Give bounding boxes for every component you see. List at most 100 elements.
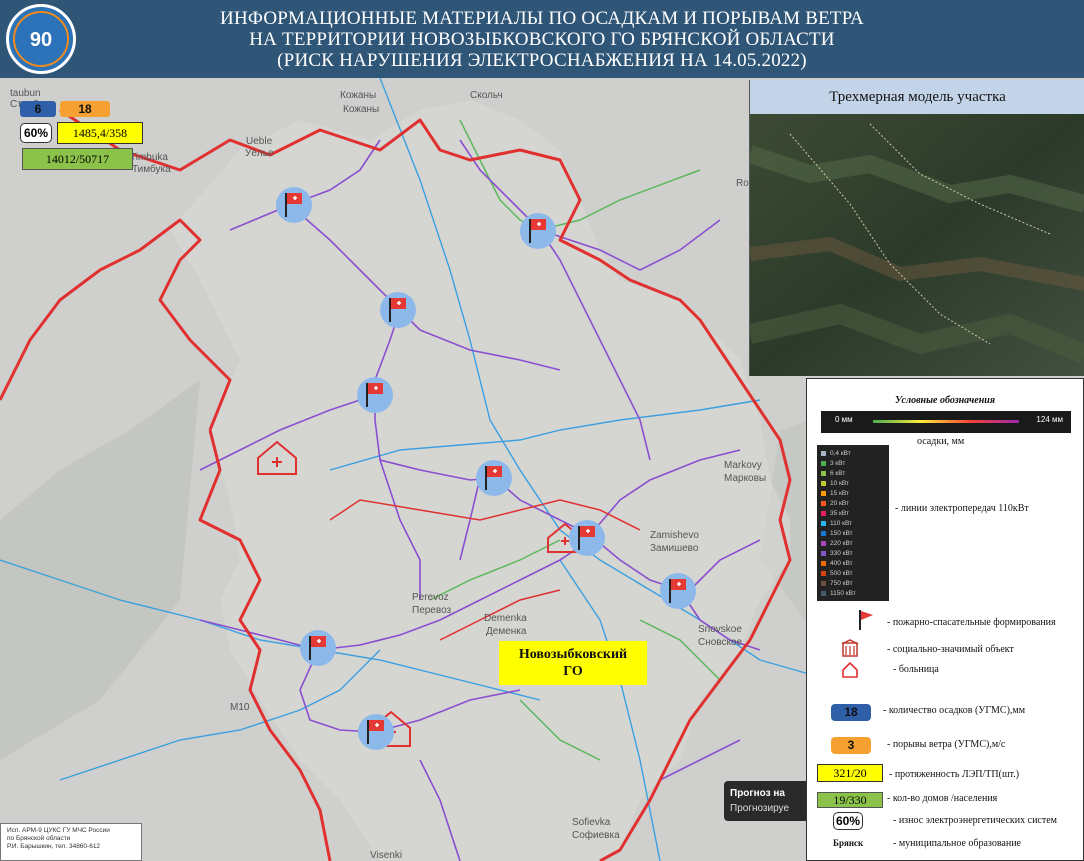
- voltage-label: 15 кВт: [830, 489, 849, 497]
- voltage-legend-item: 150 кВт: [821, 528, 856, 538]
- voltage-swatch: [821, 460, 826, 466]
- wear-badge-caption: - износ электроэнергетических систем: [893, 815, 1057, 826]
- label-ueble-lat: Ueble: [246, 136, 273, 147]
- voltage-label: 1150 кВт: [830, 589, 856, 597]
- label-zamishevo-lat: Zamishevo: [650, 530, 699, 541]
- precipitation-badge: 6: [20, 101, 56, 117]
- voltage-label: 110 кВт: [830, 519, 853, 527]
- label-kozhany: Кожаны: [340, 90, 376, 101]
- voltage-label: 35 кВт: [830, 509, 849, 517]
- voltage-swatch: [821, 520, 826, 526]
- voltage-legend-item: 220 кВт: [821, 538, 856, 548]
- social-object-icon: [841, 639, 859, 657]
- label-perevoz: Перевоз: [412, 605, 452, 616]
- voltage-swatch: [821, 570, 826, 576]
- label-zamishevo: Замишево: [650, 543, 699, 554]
- label-timbuka: Timbuka: [130, 152, 168, 163]
- author-footnote: Исп. АРМ-9 ЦУКС ГУ МЧС России по Брянско…: [0, 823, 142, 861]
- fire-caption: - пожарно-спасательные формирования: [887, 617, 1056, 628]
- label-demenka: Деменка: [486, 626, 527, 637]
- fire-station-icon: [660, 573, 696, 609]
- label-visenki: Visenki: [370, 850, 402, 861]
- wind-badge-caption: - порывы ветра (УГМС),м/с: [887, 739, 1006, 750]
- voltage-label: 400 кВт: [830, 559, 853, 567]
- forecast-subtitle: Прогнозируе: [730, 803, 789, 814]
- district-label: Новозыбковский ГО: [499, 641, 647, 685]
- lines-caption: - линии электропередач 110кВт: [895, 503, 1029, 514]
- voltage-swatch: [821, 550, 826, 556]
- voltage-swatch: [821, 590, 826, 596]
- label-m10: M10: [230, 702, 250, 713]
- municipal-name: Брянск: [833, 838, 864, 848]
- label-taubun: taubun: [10, 88, 41, 99]
- voltage-label: 150 кВт: [830, 529, 853, 537]
- label-markovy-lat: Markovy: [724, 460, 762, 471]
- forecast-popup[interactable]: Прогноз на Прогнозируе: [724, 781, 806, 821]
- voltage-legend-item: 1150 кВт: [821, 588, 856, 598]
- voltage-legend-item: 20 кВт: [821, 498, 856, 508]
- houses-badge-caption: - кол-во домов /населения: [887, 793, 998, 804]
- voltage-legend-item: 110 кВт: [821, 518, 856, 528]
- voltage-swatch: [821, 470, 826, 476]
- voltage-swatch: [821, 540, 826, 546]
- precip-badge-caption: - количество осадков (УГМС),мм: [883, 705, 1026, 716]
- houses-badge: 14012/50717: [22, 148, 133, 170]
- legend-title: Условные обозначения: [895, 395, 995, 406]
- voltage-legend-item: 35 кВт: [821, 508, 856, 518]
- voltage-label: 6 кВт: [830, 469, 846, 477]
- precip-caption: осадки, мм: [917, 436, 965, 447]
- fire-station-icon: [300, 630, 336, 666]
- voltage-label: 3 кВт: [830, 459, 846, 467]
- satellite-view[interactable]: [750, 114, 1084, 376]
- voltage-label: 330 кВт: [830, 549, 853, 557]
- title-line-2: НА ТЕРРИТОРИИ НОВОЗЫБКОВСКОГО ГО БРЯНСКО…: [249, 29, 835, 50]
- wear-badge: 60%: [20, 123, 52, 143]
- 3d-model-title: Трехмерная модель участка: [750, 80, 1084, 115]
- header-bar: 90 ИНФОРМАЦИОННЫЕ МАТЕРИАЛЫ ПО ОСАДКАМ И…: [0, 0, 1084, 78]
- voltage-legend-item: 0,4 кВт: [821, 448, 856, 458]
- legend-wind-badge: 3: [831, 737, 871, 754]
- voltage-swatch: [821, 490, 826, 496]
- lines-badge: 1485,4/358: [57, 122, 143, 144]
- legend-wear-badge: 60%: [833, 812, 863, 830]
- hospital-legend-icon: [842, 661, 858, 678]
- fire-station-icon: [380, 292, 416, 328]
- voltage-label: 750 кВт: [830, 579, 853, 587]
- fire-station-icon: [357, 377, 393, 413]
- label-demenka-lat: Demenka: [484, 613, 527, 624]
- voltage-legend-item: 6 кВт: [821, 468, 856, 478]
- 3d-model-panel: Трехмерная модель участка: [749, 80, 1084, 376]
- voltage-swatch: [821, 480, 826, 486]
- label-perevoz-lat: Perevoz: [412, 592, 449, 603]
- voltage-legend-item: 500 кВт: [821, 568, 856, 578]
- fire-station-icon: [276, 187, 312, 223]
- label-ro: Ro: [736, 178, 749, 189]
- fire-station-icon: [476, 460, 512, 496]
- title-line-1: ИНФОРМАЦИОННЫЕ МАТЕРИАЛЫ ПО ОСАДКАМ И ПО…: [220, 8, 864, 29]
- precip-max-label: 124 мм: [1036, 415, 1063, 424]
- title-line-3: (РИСК НАРУШЕНИЯ ЭЛЕКТРОСНАБЖЕНИЯ НА 14.0…: [277, 50, 807, 71]
- voltage-swatch: [821, 510, 826, 516]
- legend-lines-badge: 321/20: [817, 764, 883, 782]
- label-sofievka-lat: Sofievka: [572, 817, 611, 828]
- label-timbuka-ru: Тимбука: [132, 163, 171, 175]
- precipitation-scale: 0 мм 124 мм: [821, 411, 1071, 433]
- voltage-legend-item: 330 кВт: [821, 548, 856, 558]
- voltage-legend-item: 3 кВт: [821, 458, 856, 468]
- wind-badge: 18: [60, 101, 110, 117]
- label-kozhany-ru: Кожаны: [343, 104, 379, 115]
- fire-station-icon: [520, 213, 556, 249]
- civil-defense-logo: 90: [6, 4, 76, 74]
- municipal-caption: - муниципальное образование: [893, 838, 1021, 849]
- legend-precip-badge: 18: [831, 704, 871, 721]
- voltage-label: 500 кВт: [830, 569, 853, 577]
- voltage-legend-item: 750 кВт: [821, 578, 856, 588]
- label-markovy: Марковы: [724, 473, 766, 484]
- lines-badge-caption: - протяженность ЛЭП/ТП(шт.): [889, 769, 1020, 780]
- page-title: ИНФОРМАЦИОННЫЕ МАТЕРИАЛЫ ПО ОСАДКАМ И ПО…: [120, 8, 964, 71]
- legend-houses-badge: 19/330: [817, 792, 883, 808]
- voltage-swatch: [821, 530, 826, 536]
- fire-station-icon: [569, 520, 605, 556]
- hospital-caption: - больница: [893, 664, 939, 675]
- fire-station-icon: [358, 714, 394, 750]
